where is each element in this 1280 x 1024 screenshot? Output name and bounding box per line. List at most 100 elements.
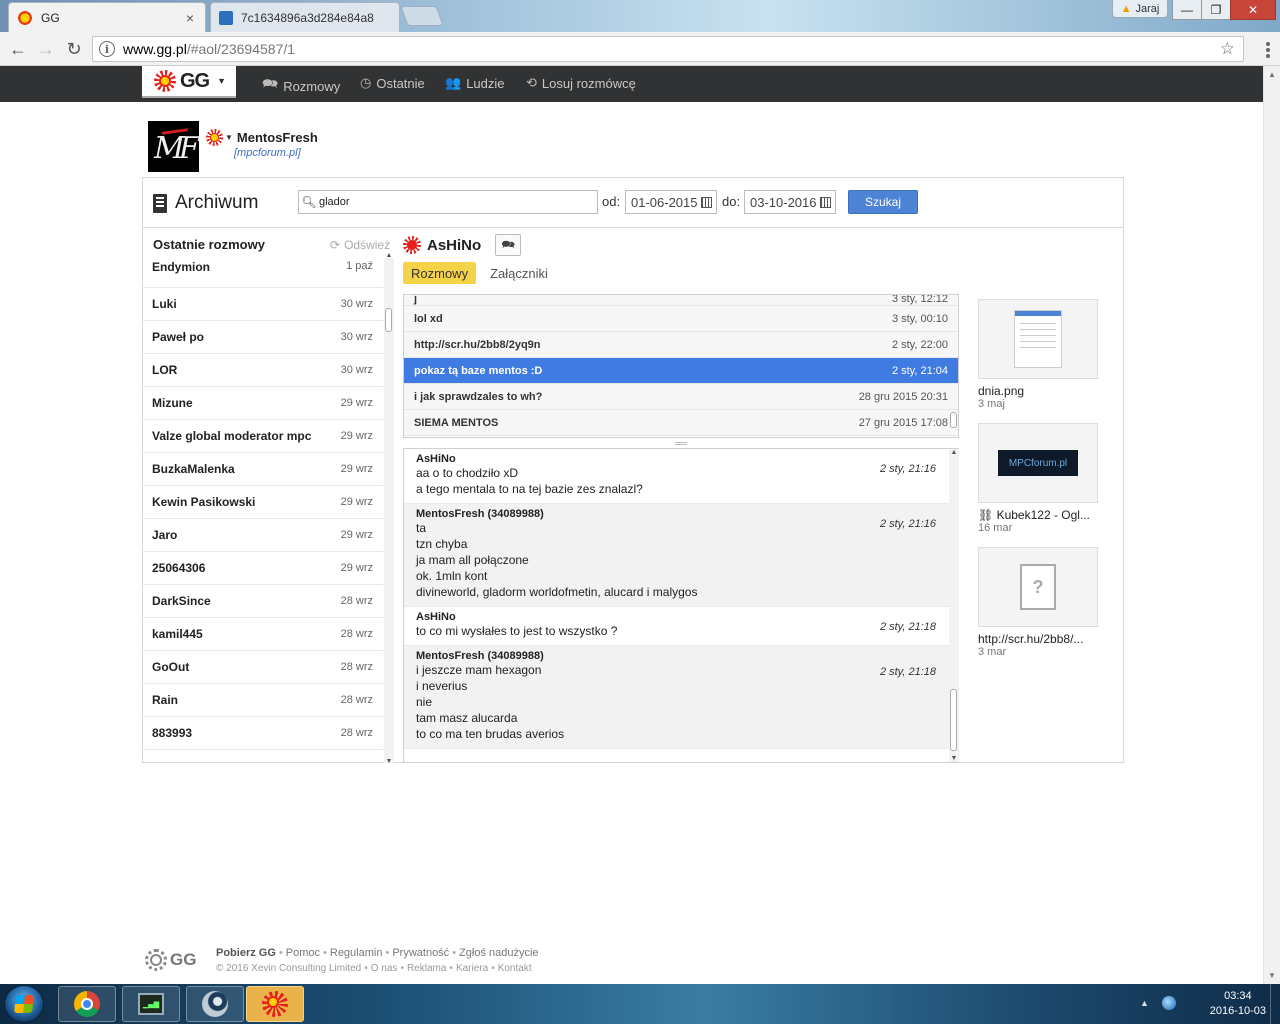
attachment-thumbnail[interactable] bbox=[978, 299, 1098, 379]
list-item[interactable]: Paweł po 30 wrz bbox=[143, 321, 383, 354]
list-item[interactable]: Valze global moderator mpc 29 wrz bbox=[143, 420, 383, 453]
footer-logo[interactable]: GG bbox=[145, 949, 196, 971]
list-item[interactable]: DarkSince 28 wrz bbox=[143, 585, 383, 618]
thread-row[interactable]: j 3 sty, 12:12 bbox=[404, 295, 958, 306]
scroll-down-arrow-icon[interactable]: ▼ bbox=[384, 758, 394, 765]
message-time: 2 sty, 21:18 bbox=[879, 621, 936, 633]
taskbar-chrome[interactable] bbox=[58, 986, 116, 1022]
conversation-list-scrollbar[interactable]: ▲ ▼ bbox=[384, 252, 394, 765]
back-arrow-icon[interactable]: ← bbox=[6, 37, 30, 61]
forward-arrow-icon[interactable]: → bbox=[34, 37, 58, 61]
browser-tab-second[interactable]: 7c1634896a3d284e84a8 bbox=[210, 2, 400, 32]
list-item[interactable]: Rain 28 wrz bbox=[143, 684, 383, 717]
maximize-button[interactable]: ❐ bbox=[1201, 0, 1231, 20]
scroll-up-arrow-icon[interactable]: ▲ bbox=[1264, 66, 1280, 83]
list-item[interactable]: Endymion 1 paź bbox=[143, 258, 383, 288]
scroll-up-arrow-icon[interactable]: ▲ bbox=[384, 252, 394, 259]
nav-ludzie[interactable]: 👥 Ludzie bbox=[445, 75, 505, 91]
refresh-button[interactable]: ⟳ Odśwież bbox=[330, 238, 390, 252]
open-chat-button[interactable]: 🗪 bbox=[495, 234, 522, 256]
scroll-down-arrow-icon[interactable]: ▼ bbox=[1264, 967, 1280, 984]
nav-ostatnie[interactable]: ◷ Ostatnie bbox=[360, 75, 425, 91]
thread-row[interactable]: SIEMA MENTOS 27 gru 2015 17:08 bbox=[404, 410, 958, 436]
attachment-thumbnail[interactable]: ? bbox=[978, 547, 1098, 627]
info-icon[interactable]: i bbox=[99, 41, 115, 57]
search-button[interactable]: Szukaj bbox=[848, 190, 918, 214]
thread-row[interactable]: http://scr.hu/2bb8/2yq9n 2 sty, 22:00 bbox=[404, 332, 958, 358]
profile-description[interactable]: [mpcforum.pl] bbox=[234, 147, 301, 159]
scroll-thumb[interactable] bbox=[950, 412, 957, 428]
footer-link[interactable]: © 2016 Xevin Consulting Limited bbox=[216, 963, 361, 974]
thread-row[interactable]: pokaz tą baze mentos :D 2 sty, 21:04 bbox=[404, 358, 958, 384]
thread-list-scrollbar[interactable] bbox=[949, 295, 959, 437]
footer-link[interactable]: Zgłoś nadużycie bbox=[459, 947, 539, 959]
nav-rozmowy[interactable]: 🗪 Rozmowy bbox=[262, 75, 340, 97]
tab-zalaczniki[interactable]: Załączniki bbox=[482, 262, 556, 284]
tab-rozmowy[interactable]: Rozmowy bbox=[403, 262, 477, 284]
attachment-item[interactable]: MPCforum.pl ⛓ Kubek122 - Ogl... 16 mar bbox=[978, 423, 1100, 534]
new-tab-button[interactable] bbox=[400, 6, 444, 26]
show-hidden-icons-icon[interactable]: ▲ bbox=[1140, 998, 1149, 1008]
minimize-button[interactable]: — bbox=[1172, 0, 1202, 20]
search-field[interactable]: 🔍︎ bbox=[298, 190, 598, 214]
message-list-scrollbar[interactable]: ▲ ▼ bbox=[949, 449, 959, 762]
scroll-thumb[interactable] bbox=[950, 689, 957, 751]
list-item[interactable]: kamil445 28 wrz bbox=[143, 618, 383, 651]
thread-row[interactable]: lol xd 3 sty, 00:10 bbox=[404, 306, 958, 332]
search-input[interactable] bbox=[319, 196, 589, 208]
gg-logo-menu[interactable]: GG ▼ bbox=[142, 66, 236, 98]
scroll-thumb[interactable] bbox=[385, 308, 392, 332]
windows-logo-icon bbox=[14, 995, 34, 1013]
calendar-icon[interactable] bbox=[701, 196, 712, 208]
footer-link[interactable]: Pomoc bbox=[286, 947, 320, 959]
close-window-button[interactable]: ✕ bbox=[1230, 0, 1276, 20]
status-selector[interactable]: ▼ MentosFresh bbox=[206, 129, 318, 146]
from-date-field[interactable]: 01-06-2015 bbox=[625, 190, 717, 214]
list-item[interactable]: 883993 28 wrz bbox=[143, 717, 383, 750]
attachment-item[interactable]: dnia.png 3 maj bbox=[978, 299, 1100, 410]
taskbar-steam[interactable] bbox=[186, 986, 244, 1022]
show-desktop-button[interactable] bbox=[1270, 984, 1280, 1024]
nav-losuj[interactable]: ⟲ Losuj rozmówcę bbox=[526, 75, 636, 91]
footer-link[interactable]: Reklama bbox=[407, 963, 446, 974]
attachment-item[interactable]: ? http://scr.hu/2bb8/... 3 mar bbox=[978, 547, 1100, 658]
bookmark-star-icon[interactable]: ☆ bbox=[1220, 39, 1235, 59]
attachment-thumbnail[interactable]: MPCforum.pl bbox=[978, 423, 1098, 503]
to-date-field[interactable]: 03-10-2016 bbox=[744, 190, 836, 214]
footer-link[interactable]: Kariera bbox=[456, 963, 488, 974]
message-text: aa o to chodziło xD bbox=[416, 466, 519, 480]
list-item[interactable]: Jaro 29 wrz bbox=[143, 519, 383, 552]
avatar[interactable]: MF bbox=[148, 121, 199, 172]
browser-tab-gg[interactable]: GG × bbox=[8, 2, 206, 32]
list-item[interactable]: Mizune 29 wrz bbox=[143, 387, 383, 420]
browser-profile-button[interactable]: ▲ Jarај bbox=[1112, 0, 1168, 18]
scroll-down-arrow-icon[interactable]: ▼ bbox=[949, 755, 959, 762]
thread-row[interactable]: i jak sprawdzales to wh? 28 gru 2015 20:3… bbox=[404, 384, 958, 410]
list-item[interactable]: LOR 30 wrz bbox=[143, 354, 383, 387]
list-item[interactable]: Luki 30 wrz bbox=[143, 288, 383, 321]
list-item[interactable]: BuzkaMalenka 29 wrz bbox=[143, 453, 383, 486]
page-scrollbar[interactable]: ▲ ▼ bbox=[1263, 66, 1280, 984]
attachment-name: dnia.png bbox=[978, 384, 1025, 398]
start-button[interactable] bbox=[4, 985, 44, 1023]
address-bar[interactable]: i www.gg.pl/#aol/23694587/1 ☆ bbox=[92, 36, 1244, 62]
footer-link[interactable]: Pobierz GG bbox=[216, 947, 276, 959]
reload-icon[interactable]: ↻ bbox=[62, 37, 86, 61]
network-icon[interactable] bbox=[1162, 996, 1176, 1010]
list-item[interactable]: GoOut 28 wrz bbox=[143, 651, 383, 684]
footer-link[interactable]: Prywatność bbox=[392, 947, 449, 959]
footer-link[interactable]: Kontakt bbox=[498, 963, 532, 974]
list-item[interactable]: Kewin Pasikowski 29 wrz bbox=[143, 486, 383, 519]
message-author: MentosFresh (34089988) bbox=[416, 650, 544, 662]
scroll-up-arrow-icon[interactable]: ▲ bbox=[949, 449, 959, 456]
clock[interactable]: 03:34 2016-10-03 bbox=[1210, 989, 1266, 1019]
footer-link[interactable]: O nas bbox=[371, 963, 398, 974]
list-item[interactable]: 25064306 29 wrz bbox=[143, 552, 383, 585]
close-tab-icon[interactable]: × bbox=[183, 10, 197, 26]
footer-link[interactable]: Regulamin bbox=[330, 947, 383, 959]
calendar-icon[interactable] bbox=[820, 196, 831, 208]
taskbar-gg[interactable] bbox=[246, 986, 304, 1022]
taskbar-terminal[interactable]: ▁▃▅ bbox=[122, 986, 180, 1022]
browser-menu-icon[interactable] bbox=[1266, 42, 1272, 58]
pane-splitter[interactable] bbox=[403, 440, 959, 447]
